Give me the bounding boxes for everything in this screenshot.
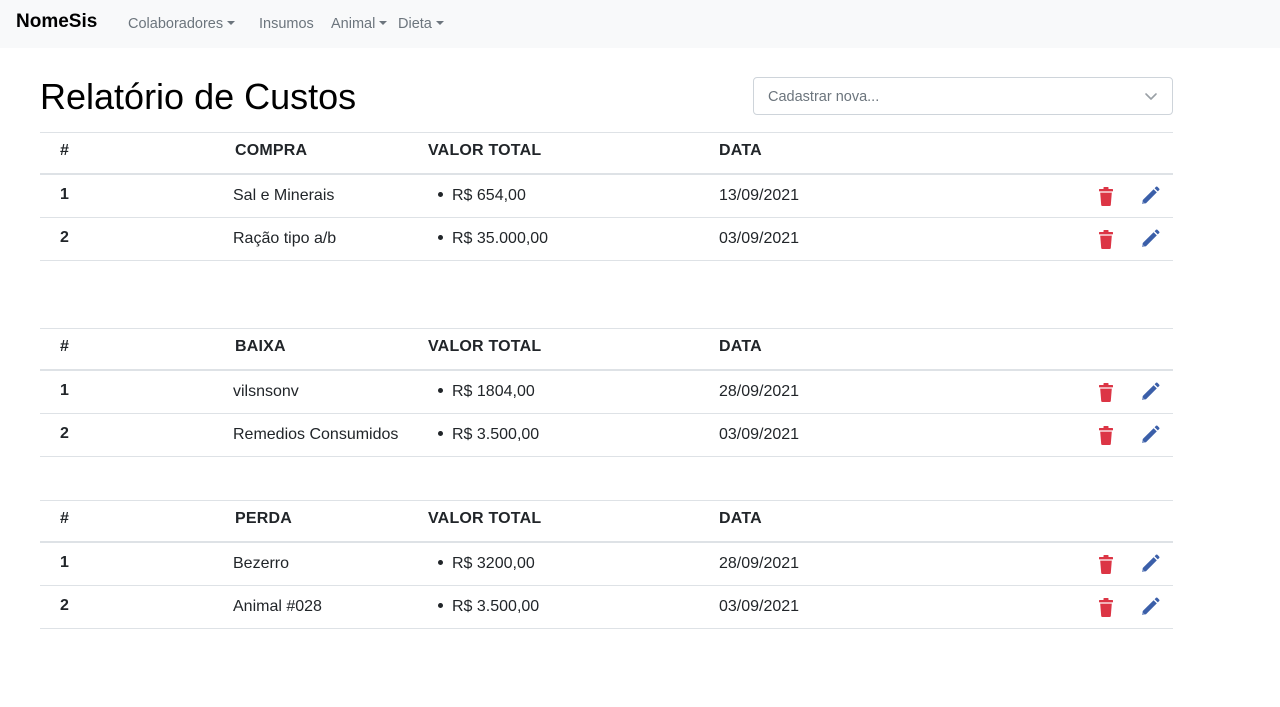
column-header: PERDA bbox=[235, 510, 293, 527]
column-header: VALOR TOTAL bbox=[428, 510, 542, 527]
value-text: R$ 3.500,00 bbox=[452, 598, 540, 615]
column-header: DATA bbox=[719, 142, 762, 159]
trash-icon[interactable] bbox=[1095, 228, 1117, 250]
row-number: 2 bbox=[60, 597, 69, 614]
nav-item-dieta[interactable]: Dieta bbox=[398, 16, 444, 32]
value-text: R$ 35.000,00 bbox=[452, 230, 549, 247]
column-header: COMPRA bbox=[235, 142, 308, 159]
table-row: 1 vilsnsonv R$ 1804,00 28/09/2021 bbox=[40, 371, 1173, 414]
row-number: 1 bbox=[60, 382, 69, 399]
pencil-icon[interactable] bbox=[1139, 424, 1161, 446]
bullet bbox=[438, 388, 443, 393]
row-number: 1 bbox=[60, 554, 69, 571]
item-value: R$ 35.000,00 bbox=[438, 230, 548, 248]
table-compra: # COMPRA VALOR TOTAL DATA 1 Sal e Minerais R$ … bbox=[40, 132, 1173, 261]
trash-icon[interactable] bbox=[1095, 553, 1117, 575]
pencil-icon[interactable] bbox=[1139, 553, 1161, 575]
table-row: 2 Ração tipo a/b R$ 35.000,00 03/09/2021 bbox=[40, 218, 1173, 261]
bullet bbox=[438, 431, 443, 436]
item-name: Bezerro bbox=[233, 555, 290, 572]
trash-icon[interactable] bbox=[1095, 596, 1117, 618]
trash-icon[interactable] bbox=[1095, 185, 1117, 207]
brand-logo[interactable]: NomeSis bbox=[16, 11, 97, 33]
pencil-icon[interactable] bbox=[1139, 185, 1161, 207]
row-number: 1 bbox=[60, 186, 69, 203]
table-perda: # PERDA VALOR TOTAL DATA 1 Bezerro R$ 3200,00 2… bbox=[40, 500, 1173, 629]
bullet bbox=[438, 560, 443, 565]
item-name: Sal e Minerais bbox=[233, 187, 335, 204]
nav-item-animal[interactable]: Animal bbox=[331, 16, 388, 32]
item-value: R$ 3.500,00 bbox=[438, 426, 539, 444]
table-header-row: # PERDA VALOR TOTAL DATA bbox=[40, 500, 1173, 543]
item-name: Ração tipo a/b bbox=[233, 230, 337, 247]
column-header: VALOR TOTAL bbox=[428, 338, 542, 355]
nav-item-label: Colaboradores bbox=[128, 16, 224, 32]
pencil-icon[interactable] bbox=[1139, 596, 1161, 618]
caret-down-icon bbox=[435, 21, 444, 25]
table-row: 1 Bezerro R$ 3200,00 28/09/2021 bbox=[40, 543, 1173, 586]
item-date: 03/09/2021 bbox=[719, 230, 800, 247]
column-header: BAIXA bbox=[235, 338, 286, 355]
pencil-icon[interactable] bbox=[1139, 381, 1161, 403]
item-value: R$ 3.500,00 bbox=[438, 598, 539, 616]
bullet bbox=[438, 192, 443, 197]
item-value: R$ 654,00 bbox=[438, 187, 526, 205]
nav-item-insumos[interactable]: Insumos bbox=[259, 16, 314, 32]
table-header-row: # BAIXA VALOR TOTAL DATA bbox=[40, 328, 1173, 371]
column-header: VALOR TOTAL bbox=[428, 142, 542, 159]
item-date: 28/09/2021 bbox=[719, 555, 800, 572]
page-title: Relatório de Custos bbox=[40, 76, 357, 117]
item-date: 03/09/2021 bbox=[719, 598, 800, 615]
row-number: 2 bbox=[60, 425, 69, 442]
item-value: R$ 1804,00 bbox=[438, 383, 535, 401]
nav-item-label: Dieta bbox=[398, 16, 432, 32]
item-date: 28/09/2021 bbox=[719, 383, 800, 400]
column-header: # bbox=[60, 142, 70, 159]
cadastrar-nova-select[interactable]: Cadastrar nova... bbox=[753, 77, 1173, 115]
item-value: R$ 3200,00 bbox=[438, 555, 535, 573]
column-header: # bbox=[60, 510, 70, 527]
nav-item-label: Animal bbox=[331, 16, 376, 32]
table-row: 1 Sal e Minerais R$ 654,00 13/09/2021 bbox=[40, 175, 1173, 218]
trash-icon[interactable] bbox=[1095, 424, 1117, 446]
row-number: 2 bbox=[60, 229, 69, 246]
table-header-row: # COMPRA VALOR TOTAL DATA bbox=[40, 132, 1173, 175]
select-placeholder: Cadastrar nova... bbox=[768, 89, 880, 105]
item-name: Remedios Consumidos bbox=[233, 426, 399, 443]
column-header: DATA bbox=[719, 338, 762, 355]
bullet bbox=[438, 603, 443, 608]
value-text: R$ 3.500,00 bbox=[452, 426, 540, 443]
chevron-down-icon bbox=[1144, 89, 1158, 103]
item-name: vilsnsonv bbox=[233, 383, 299, 400]
caret-down-icon bbox=[379, 21, 388, 25]
nav-item-label: Insumos bbox=[259, 16, 314, 32]
column-header: DATA bbox=[719, 510, 762, 527]
nav-item-colaboradores[interactable]: Colaboradores bbox=[128, 16, 236, 32]
navbar: NomeSis Colaboradores Insumos Animal Die… bbox=[0, 0, 1280, 48]
value-text: R$ 3200,00 bbox=[452, 555, 535, 572]
item-name: Animal #028 bbox=[233, 598, 322, 615]
column-header: # bbox=[60, 338, 70, 355]
table-baixa: # BAIXA VALOR TOTAL DATA 1 vilsnsonv R$ 1804,0… bbox=[40, 328, 1173, 457]
trash-icon[interactable] bbox=[1095, 381, 1117, 403]
caret-down-icon bbox=[227, 21, 236, 25]
pencil-icon[interactable] bbox=[1139, 228, 1161, 250]
item-date: 13/09/2021 bbox=[719, 187, 800, 204]
value-text: R$ 654,00 bbox=[452, 187, 526, 204]
table-row: 2 Animal #028 R$ 3.500,00 03/09/2021 bbox=[40, 586, 1173, 629]
table-row: 2 Remedios Consumidos R$ 3.500,00 03/09/202… bbox=[40, 414, 1173, 457]
bullet bbox=[438, 235, 443, 240]
value-text: R$ 1804,00 bbox=[452, 383, 535, 400]
item-date: 03/09/2021 bbox=[719, 426, 800, 443]
